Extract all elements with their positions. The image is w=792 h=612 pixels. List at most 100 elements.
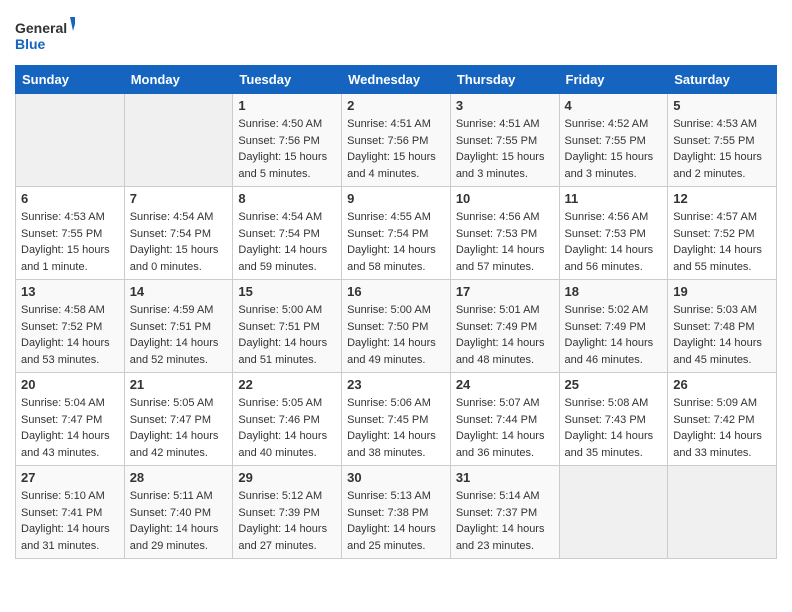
day-number: 5 (673, 98, 771, 113)
day-details: Sunrise: 5:00 AM Sunset: 7:51 PM Dayligh… (238, 302, 336, 368)
sunset: Sunset: 7:42 PM (673, 414, 754, 426)
day-details: Sunrise: 5:09 AM Sunset: 7:42 PM Dayligh… (673, 395, 771, 461)
day-number: 31 (456, 470, 554, 485)
daylight: Daylight: 14 hours and 29 minutes. (130, 523, 219, 552)
sunset: Sunset: 7:43 PM (565, 414, 646, 426)
daylight: Daylight: 14 hours and 46 minutes. (565, 337, 654, 366)
calendar-week-3: 13 Sunrise: 4:58 AM Sunset: 7:52 PM Dayl… (16, 280, 777, 373)
sunset: Sunset: 7:47 PM (21, 414, 102, 426)
sunset: Sunset: 7:49 PM (456, 321, 537, 333)
day-details: Sunrise: 5:05 AM Sunset: 7:46 PM Dayligh… (238, 395, 336, 461)
sunrise: Sunrise: 5:08 AM (565, 397, 649, 409)
calendar-cell: 1 Sunrise: 4:50 AM Sunset: 7:56 PM Dayli… (233, 94, 342, 187)
day-details: Sunrise: 4:51 AM Sunset: 7:56 PM Dayligh… (347, 116, 445, 182)
sunrise: Sunrise: 5:06 AM (347, 397, 431, 409)
calendar-cell: 28 Sunrise: 5:11 AM Sunset: 7:40 PM Dayl… (124, 466, 233, 559)
sunset: Sunset: 7:46 PM (238, 414, 319, 426)
calendar-header-tuesday: Tuesday (233, 66, 342, 94)
daylight: Daylight: 15 hours and 4 minutes. (347, 151, 436, 180)
calendar-cell: 27 Sunrise: 5:10 AM Sunset: 7:41 PM Dayl… (16, 466, 125, 559)
sunset: Sunset: 7:52 PM (21, 321, 102, 333)
day-number: 15 (238, 284, 336, 299)
day-number: 26 (673, 377, 771, 392)
day-details: Sunrise: 4:55 AM Sunset: 7:54 PM Dayligh… (347, 209, 445, 275)
calendar-cell: 12 Sunrise: 4:57 AM Sunset: 7:52 PM Dayl… (668, 187, 777, 280)
calendar-header-saturday: Saturday (668, 66, 777, 94)
daylight: Daylight: 14 hours and 35 minutes. (565, 430, 654, 459)
calendar-week-2: 6 Sunrise: 4:53 AM Sunset: 7:55 PM Dayli… (16, 187, 777, 280)
calendar-cell: 23 Sunrise: 5:06 AM Sunset: 7:45 PM Dayl… (342, 373, 451, 466)
calendar-week-4: 20 Sunrise: 5:04 AM Sunset: 7:47 PM Dayl… (16, 373, 777, 466)
day-details: Sunrise: 4:54 AM Sunset: 7:54 PM Dayligh… (130, 209, 228, 275)
day-details: Sunrise: 5:01 AM Sunset: 7:49 PM Dayligh… (456, 302, 554, 368)
sunrise: Sunrise: 4:54 AM (238, 211, 322, 223)
sunset: Sunset: 7:39 PM (238, 507, 319, 519)
daylight: Daylight: 14 hours and 59 minutes. (238, 244, 327, 273)
sunset: Sunset: 7:52 PM (673, 228, 754, 240)
day-number: 30 (347, 470, 445, 485)
daylight: Daylight: 14 hours and 56 minutes. (565, 244, 654, 273)
sunrise: Sunrise: 5:14 AM (456, 490, 540, 502)
sunset: Sunset: 7:38 PM (347, 507, 428, 519)
day-details: Sunrise: 4:53 AM Sunset: 7:55 PM Dayligh… (21, 209, 119, 275)
day-number: 19 (673, 284, 771, 299)
calendar-cell: 8 Sunrise: 4:54 AM Sunset: 7:54 PM Dayli… (233, 187, 342, 280)
calendar-header-friday: Friday (559, 66, 668, 94)
day-number: 29 (238, 470, 336, 485)
sunrise: Sunrise: 5:10 AM (21, 490, 105, 502)
sunrise: Sunrise: 5:13 AM (347, 490, 431, 502)
sunrise: Sunrise: 4:58 AM (21, 304, 105, 316)
daylight: Daylight: 14 hours and 49 minutes. (347, 337, 436, 366)
calendar-cell: 29 Sunrise: 5:12 AM Sunset: 7:39 PM Dayl… (233, 466, 342, 559)
day-number: 4 (565, 98, 663, 113)
day-details: Sunrise: 5:08 AM Sunset: 7:43 PM Dayligh… (565, 395, 663, 461)
day-details: Sunrise: 5:04 AM Sunset: 7:47 PM Dayligh… (21, 395, 119, 461)
sunset: Sunset: 7:40 PM (130, 507, 211, 519)
daylight: Daylight: 14 hours and 25 minutes. (347, 523, 436, 552)
daylight: Daylight: 14 hours and 38 minutes. (347, 430, 436, 459)
sunrise: Sunrise: 4:56 AM (456, 211, 540, 223)
daylight: Daylight: 14 hours and 55 minutes. (673, 244, 762, 273)
daylight: Daylight: 14 hours and 36 minutes. (456, 430, 545, 459)
sunset: Sunset: 7:56 PM (238, 135, 319, 147)
sunrise: Sunrise: 5:09 AM (673, 397, 757, 409)
day-details: Sunrise: 4:59 AM Sunset: 7:51 PM Dayligh… (130, 302, 228, 368)
day-number: 6 (21, 191, 119, 206)
day-details: Sunrise: 4:56 AM Sunset: 7:53 PM Dayligh… (456, 209, 554, 275)
day-details: Sunrise: 5:00 AM Sunset: 7:50 PM Dayligh… (347, 302, 445, 368)
sunrise: Sunrise: 4:54 AM (130, 211, 214, 223)
day-number: 12 (673, 191, 771, 206)
calendar-cell: 21 Sunrise: 5:05 AM Sunset: 7:47 PM Dayl… (124, 373, 233, 466)
calendar-cell: 4 Sunrise: 4:52 AM Sunset: 7:55 PM Dayli… (559, 94, 668, 187)
sunset: Sunset: 7:47 PM (130, 414, 211, 426)
day-details: Sunrise: 5:06 AM Sunset: 7:45 PM Dayligh… (347, 395, 445, 461)
calendar-cell: 10 Sunrise: 4:56 AM Sunset: 7:53 PM Dayl… (450, 187, 559, 280)
sunset: Sunset: 7:54 PM (238, 228, 319, 240)
sunset: Sunset: 7:45 PM (347, 414, 428, 426)
daylight: Daylight: 14 hours and 53 minutes. (21, 337, 110, 366)
day-number: 14 (130, 284, 228, 299)
sunrise: Sunrise: 4:53 AM (673, 118, 757, 130)
day-number: 28 (130, 470, 228, 485)
daylight: Daylight: 14 hours and 40 minutes. (238, 430, 327, 459)
day-details: Sunrise: 5:05 AM Sunset: 7:47 PM Dayligh… (130, 395, 228, 461)
day-details: Sunrise: 5:13 AM Sunset: 7:38 PM Dayligh… (347, 488, 445, 554)
day-number: 13 (21, 284, 119, 299)
sunset: Sunset: 7:55 PM (456, 135, 537, 147)
sunset: Sunset: 7:37 PM (456, 507, 537, 519)
daylight: Daylight: 14 hours and 52 minutes. (130, 337, 219, 366)
daylight: Daylight: 14 hours and 23 minutes. (456, 523, 545, 552)
sunrise: Sunrise: 4:51 AM (456, 118, 540, 130)
sunset: Sunset: 7:51 PM (130, 321, 211, 333)
day-details: Sunrise: 4:52 AM Sunset: 7:55 PM Dayligh… (565, 116, 663, 182)
daylight: Daylight: 15 hours and 3 minutes. (456, 151, 545, 180)
calendar-cell: 16 Sunrise: 5:00 AM Sunset: 7:50 PM Dayl… (342, 280, 451, 373)
sunset: Sunset: 7:55 PM (21, 228, 102, 240)
calendar-cell: 18 Sunrise: 5:02 AM Sunset: 7:49 PM Dayl… (559, 280, 668, 373)
logo-svg: General Blue (15, 15, 75, 55)
daylight: Daylight: 14 hours and 33 minutes. (673, 430, 762, 459)
calendar-cell: 5 Sunrise: 4:53 AM Sunset: 7:55 PM Dayli… (668, 94, 777, 187)
day-number: 1 (238, 98, 336, 113)
calendar-cell: 24 Sunrise: 5:07 AM Sunset: 7:44 PM Dayl… (450, 373, 559, 466)
calendar-header-row: SundayMondayTuesdayWednesdayThursdayFrid… (16, 66, 777, 94)
